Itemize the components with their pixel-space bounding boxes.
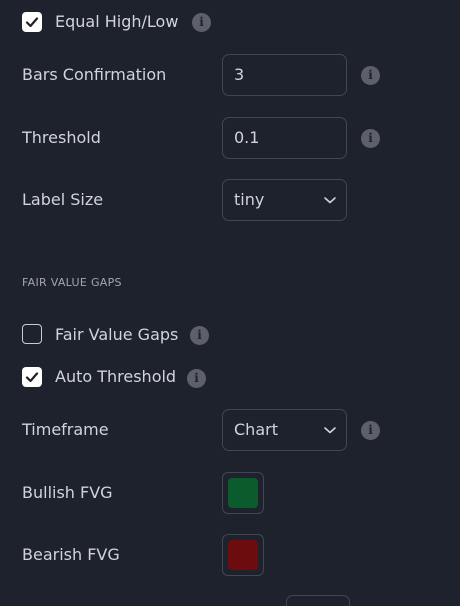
- chevron-down-icon: [324, 427, 336, 434]
- auto-threshold-label: Auto Threshold: [55, 367, 177, 386]
- bars-confirmation-value: 3: [234, 65, 245, 84]
- equal-high-low-checkbox[interactable]: [22, 12, 42, 32]
- bullish-fvg-color-swatch[interactable]: [222, 472, 264, 514]
- bullish-fvg-color: [228, 478, 258, 508]
- bars-confirmation-input[interactable]: 3: [222, 54, 347, 96]
- auto-threshold-checkbox[interactable]: [22, 367, 42, 387]
- info-icon[interactable]: i: [361, 421, 380, 440]
- bullish-fvg-label: Bullish FVG: [22, 483, 113, 502]
- threshold-input[interactable]: 0.1: [222, 117, 347, 159]
- timeframe-select[interactable]: Chart: [222, 409, 347, 451]
- label-size-value: tiny: [234, 190, 265, 209]
- timeframe-label: Timeframe: [22, 420, 109, 439]
- bearish-fvg-color-swatch[interactable]: [222, 534, 264, 576]
- fair-value-gaps-label: Fair Value Gaps: [55, 325, 179, 344]
- checkmark-icon: [25, 372, 39, 383]
- bearish-fvg-label: Bearish FVG: [22, 545, 120, 564]
- bearish-fvg-color: [228, 540, 258, 570]
- info-icon[interactable]: i: [192, 13, 211, 32]
- info-icon[interactable]: i: [190, 326, 209, 345]
- equal-high-low-label: Equal High/Low: [55, 12, 179, 31]
- info-icon[interactable]: i: [187, 369, 206, 388]
- fair-value-gaps-checkbox[interactable]: [22, 324, 42, 344]
- label-size-select[interactable]: tiny: [222, 179, 347, 221]
- checkmark-icon: [25, 17, 39, 28]
- info-icon[interactable]: i: [361, 66, 380, 85]
- threshold-label: Threshold: [22, 128, 101, 147]
- chevron-down-icon: [324, 197, 336, 204]
- info-icon[interactable]: i: [361, 129, 380, 148]
- next-field-partial[interactable]: [286, 595, 350, 606]
- threshold-value: 0.1: [234, 128, 260, 147]
- label-size-label: Label Size: [22, 190, 104, 209]
- section-title-fair-value-gaps: FAIR VALUE GAPS: [22, 276, 122, 289]
- bars-confirmation-label: Bars Confirmation: [22, 65, 167, 84]
- timeframe-value: Chart: [234, 420, 278, 439]
